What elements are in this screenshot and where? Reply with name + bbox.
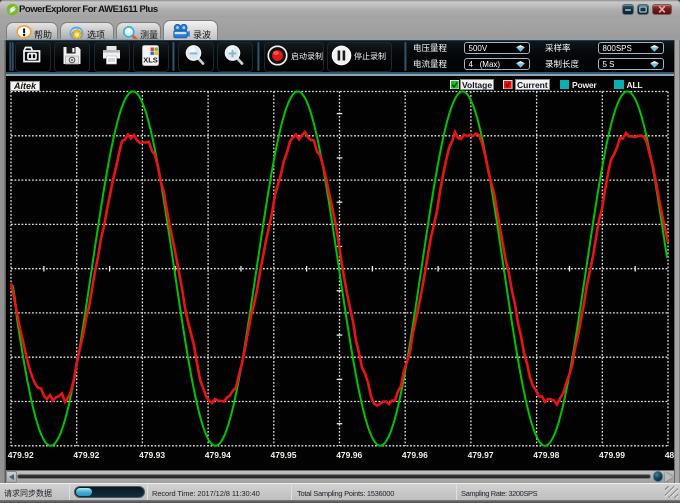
svg-text:XLS: XLS (143, 55, 158, 64)
